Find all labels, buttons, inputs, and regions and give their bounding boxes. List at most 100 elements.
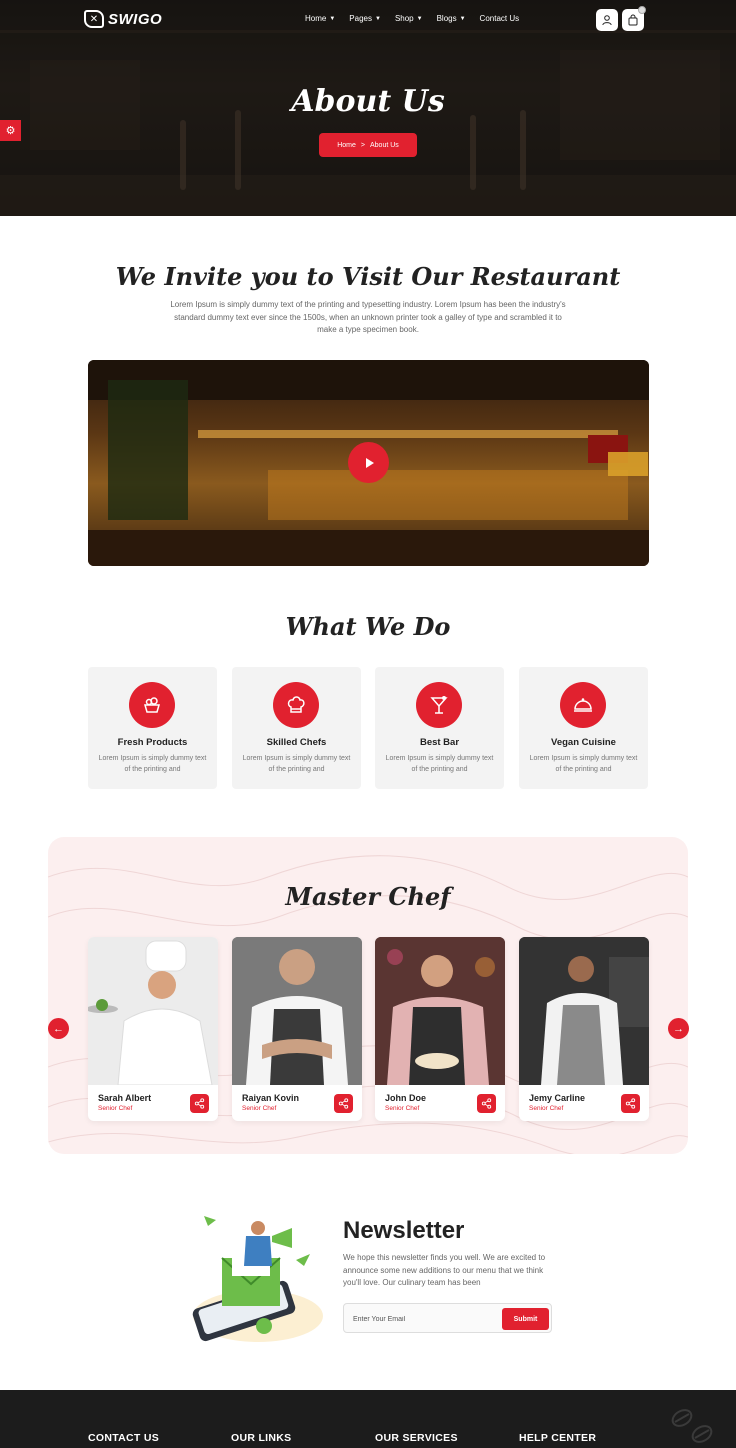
newsletter-illustration: [192, 1216, 323, 1342]
share-icon: [338, 1098, 349, 1109]
nav-item-contact[interactable]: Contact Us: [480, 14, 520, 23]
chef-photo: [519, 937, 649, 1085]
user-icon: [602, 15, 612, 26]
footer-heading-contact: CONTACT US: [88, 1432, 160, 1444]
chef-name: John Doe: [385, 1093, 427, 1103]
what-we-do-heading: What We Do: [285, 612, 451, 641]
chef-role: Senior Chef: [385, 1105, 420, 1112]
carousel-prev-button[interactable]: ←: [48, 1018, 69, 1039]
share-button[interactable]: [477, 1094, 496, 1113]
service-title: Vegan Cuisine: [551, 737, 616, 748]
service-text: Lorem Ipsum is simply dummy text of the …: [385, 755, 494, 773]
chef-card[interactable]: Sarah Albert Senior Chef: [88, 937, 218, 1121]
service-card[interactable]: Vegan Cuisine Lorem Ipsum is simply dumm…: [519, 667, 648, 789]
service-card[interactable]: Fresh Products Lorem Ipsum is simply dum…: [88, 667, 217, 789]
chef-role: Senior Chef: [242, 1105, 277, 1112]
share-icon: [625, 1098, 636, 1109]
service-icon-circle: [560, 682, 606, 728]
video-bg-detail: [268, 470, 628, 520]
chef-photo: [232, 937, 362, 1085]
logo-mark-icon: ✕: [84, 10, 104, 28]
invite-description: Lorem Ipsum is simply dummy text of the …: [170, 300, 566, 334]
user-button[interactable]: [596, 9, 618, 31]
service-text: Lorem Ipsum is simply dummy text of the …: [529, 755, 638, 773]
video-bg-detail: [88, 530, 649, 566]
email-input[interactable]: [353, 1312, 493, 1326]
play-icon: [365, 457, 374, 468]
nav-item-blogs[interactable]: Blogs ▼: [437, 14, 466, 23]
share-button[interactable]: [190, 1094, 209, 1113]
newsletter-form: Submit: [343, 1303, 552, 1333]
top-navigation: ✕ SWIGO Home ▼ Pages ▼ Shop ▼ Blogs ▼ Contac…: [0, 0, 736, 40]
chef-hat-icon: [287, 696, 305, 713]
footer-heading-links: OUR LINKS: [231, 1432, 292, 1444]
newsletter-heading: Newsletter: [343, 1217, 465, 1244]
settings-gear-button[interactable]: ⚙: [0, 120, 21, 141]
service-title: Best Bar: [419, 737, 460, 748]
breadcrumb-home[interactable]: Home: [337, 142, 356, 149]
cocktail-icon: [430, 696, 448, 714]
page-title: About Us: [291, 84, 445, 119]
share-button[interactable]: [621, 1094, 640, 1113]
chevron-down-icon: ▼: [329, 15, 336, 22]
service-text: Lorem Ipsum is simply dummy text of the …: [242, 755, 351, 773]
nav-label: Pages: [349, 14, 372, 23]
logo-text: SWIGO: [108, 10, 163, 28]
video-bg-detail: [198, 430, 618, 438]
carousel-next-button[interactable]: →: [668, 1018, 689, 1039]
chevron-down-icon: ▼: [459, 15, 466, 22]
shopping-bag-icon: [628, 14, 638, 26]
cloche-icon: [574, 698, 592, 712]
chef-role: Senior Chef: [529, 1105, 564, 1112]
nav-label: Contact Us: [479, 14, 520, 23]
chef-name: Raiyan Kovin: [242, 1093, 300, 1103]
service-card[interactable]: Skilled Chefs Lorem Ipsum is simply dumm…: [232, 667, 361, 789]
chef-name: Jemy Carline: [529, 1093, 586, 1103]
chevron-down-icon: ▼: [416, 15, 423, 22]
footer-heading-help: HELP CENTER: [519, 1432, 597, 1444]
chef-card[interactable]: Raiyan Kovin Senior Chef: [232, 937, 362, 1121]
breadcrumb-separator: >: [360, 141, 365, 149]
video-bg-detail: [608, 452, 648, 476]
nav-label: Home: [305, 14, 327, 23]
share-icon: [481, 1098, 492, 1109]
breadcrumb: Home > About Us: [319, 133, 417, 157]
nav-item-home[interactable]: Home ▼: [305, 14, 335, 23]
logo[interactable]: ✕ SWIGO: [84, 10, 162, 28]
share-icon: [194, 1098, 205, 1109]
submit-button[interactable]: Submit: [502, 1308, 549, 1330]
arrow-left-icon: ←: [53, 1022, 64, 1035]
master-chef-heading: Master Chef: [285, 882, 451, 911]
service-title: Fresh Products: [117, 737, 188, 748]
nav-item-pages[interactable]: Pages ▼: [349, 14, 381, 23]
chef-photo: [88, 937, 218, 1085]
service-title: Skilled Chefs: [266, 737, 327, 748]
breadcrumb-current: About Us: [369, 141, 399, 149]
play-button[interactable]: [348, 442, 389, 483]
newsletter-description: We hope this newsletter finds you well. …: [343, 1253, 546, 1287]
service-icon-circle: [416, 682, 462, 728]
service-card[interactable]: Best Bar Lorem Ipsum is simply dummy tex…: [375, 667, 504, 789]
hero-banner: ✕ SWIGO Home ▼ Pages ▼ Shop ▼ Blogs ▼ Contac…: [0, 0, 736, 216]
arrow-right-icon: →: [673, 1022, 684, 1035]
chef-photo: [375, 937, 505, 1085]
nav-label: Shop: [394, 14, 414, 23]
nav-label: Blogs: [436, 14, 457, 23]
chevron-down-icon: ▼: [374, 15, 381, 22]
service-text: Lorem Ipsum is simply dummy text of the …: [98, 755, 207, 773]
chef-role: Senior Chef: [98, 1105, 133, 1112]
service-icon-circle: [273, 682, 319, 728]
fresh-products-icon: [144, 697, 160, 713]
invite-heading: We Invite you to Visit Our Restaurant: [115, 262, 621, 291]
coffee-beans-decoration: [671, 1409, 713, 1443]
share-button[interactable]: [334, 1094, 353, 1113]
chef-card[interactable]: Jemy Carline Senior Chef: [519, 937, 649, 1121]
footer-heading-services: OUR SERVICES: [375, 1432, 458, 1444]
chef-card[interactable]: John Doe Senior Chef: [375, 937, 505, 1121]
nav-item-shop[interactable]: Shop ▼: [395, 14, 423, 23]
settings-gear-icon: ⚙: [5, 125, 16, 137]
chef-name: Sarah Albert: [98, 1093, 152, 1103]
main-menu: Home ▼ Pages ▼ Shop ▼ Blogs ▼ Contact Us: [305, 14, 519, 23]
service-icon-circle: [129, 682, 175, 728]
video-bg-detail: [108, 380, 188, 520]
